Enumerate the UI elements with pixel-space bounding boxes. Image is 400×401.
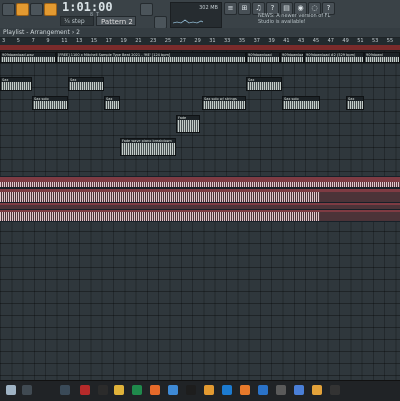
- ruler-bar-number: 43: [298, 38, 305, 44]
- ruler-bar-number: 35: [238, 38, 246, 44]
- app-icon-dark[interactable]: [98, 385, 108, 395]
- brave-icon[interactable]: [240, 385, 250, 395]
- ruler-bar-number: 15: [90, 38, 98, 44]
- steam-icon[interactable]: [258, 385, 268, 395]
- long-audio-clip[interactable]: [0, 176, 400, 188]
- app-icon-black[interactable]: [186, 385, 196, 395]
- ruler-bar-number: 21: [135, 38, 142, 44]
- audio-clip[interactable]: Fade wave piano breakdown: [120, 138, 176, 156]
- audio-clip[interactable]: Sax: [0, 77, 32, 91]
- playlist-title: Playlist - Arrangement › 2: [3, 29, 80, 36]
- audio-clip[interactable]: Sax solo: [282, 96, 320, 110]
- ruler-bar-number: 37: [253, 38, 260, 44]
- audio-clip[interactable]: [FREE] 1100 x Mitchell Sample Type Beat …: [56, 52, 246, 63]
- ruler-bar-number: 19: [120, 38, 127, 44]
- ruler-bar-number: 17: [105, 38, 112, 44]
- audio-clip[interactable]: Sax: [246, 77, 282, 91]
- spreadsheet-icon[interactable]: [132, 385, 142, 395]
- ruler-bar-number: 55: [386, 38, 394, 44]
- ruler-bar-number: 25: [164, 38, 172, 44]
- ruler-bar-number: 45: [312, 38, 320, 44]
- clip-header: [0, 203, 400, 205]
- file-explorer-icon[interactable]: [114, 385, 124, 395]
- pencil-tool-icon[interactable]: [44, 3, 57, 16]
- ruler-bar-number: 9: [46, 38, 50, 44]
- ruler-bar-number: 51: [357, 38, 364, 44]
- audio-clip[interactable]: Sax: [346, 96, 364, 110]
- app-icon-yellow[interactable]: [312, 385, 322, 395]
- search-icon[interactable]: [6, 385, 16, 395]
- app-icon-orange[interactable]: [150, 385, 160, 395]
- ruler-bar-number: 23: [150, 38, 157, 44]
- add-pattern-button[interactable]: [140, 3, 153, 16]
- ruler-bar-number: 39: [268, 38, 275, 44]
- loop-region: [0, 45, 400, 50]
- app-icon[interactable]: [60, 385, 70, 395]
- clip-waveform: [0, 182, 400, 187]
- menu-icon[interactable]: [2, 3, 15, 16]
- ruler-bar-number: 11: [61, 38, 68, 44]
- clip-waveform: [0, 212, 320, 221]
- app-icon-red[interactable]: [80, 385, 90, 395]
- ruler-bar-number: 47: [327, 38, 334, 44]
- pattern-mode-button[interactable]: [16, 3, 29, 16]
- app-icon-blue[interactable]: [294, 385, 304, 395]
- cpu-meter: 302 MB: [170, 2, 222, 28]
- audio-clip[interactable]: Fade: [176, 115, 200, 133]
- memory-label: 302 MB: [199, 5, 218, 11]
- long-audio-clip[interactable]: [0, 188, 400, 203]
- audio-clip[interactable]: Sax: [104, 96, 120, 110]
- long-audio-clip[interactable]: [0, 209, 400, 222]
- news-panel[interactable]: NEWS: A newer version of FL Studio is av…: [258, 13, 344, 27]
- ruler-bar-number: 33: [224, 38, 231, 44]
- clip-waveform: [0, 192, 320, 202]
- ruler-bar-number: 13: [76, 38, 83, 44]
- app-icon-gray[interactable]: [276, 385, 286, 395]
- record-button[interactable]: [30, 3, 43, 16]
- ruler-bar-number: 53: [372, 38, 379, 44]
- ruler-bar-number: 27: [179, 38, 186, 44]
- playlist-lanes[interactable]: 909download.wav [FREE] 1100 x Mitchell S…: [0, 51, 400, 380]
- news-line-2: Studio is available!: [258, 19, 306, 25]
- ruler-bar-number: 31: [209, 38, 216, 44]
- audio-clip[interactable]: 909download #2 (529 bpm): [304, 52, 364, 63]
- cpu-graph: [173, 19, 203, 24]
- chrome-icon[interactable]: [168, 385, 178, 395]
- audio-clip[interactable]: 909downl: [364, 52, 400, 63]
- task-view-icon[interactable]: [22, 385, 32, 395]
- ruler-bar-number: 49: [342, 38, 349, 44]
- fl-studio-icon[interactable]: [204, 385, 214, 395]
- ruler-bar-number: 5: [16, 38, 20, 44]
- audio-clip[interactable]: 909download #2 (529 bpm): [280, 52, 304, 63]
- edge-icon[interactable]: [222, 385, 232, 395]
- audio-clip[interactable]: Sax solo: [32, 96, 68, 110]
- audio-clip[interactable]: Sax: [68, 77, 104, 91]
- mixer-icon[interactable]: ≡: [224, 2, 237, 15]
- pattern-selector[interactable]: Pattern 2: [96, 16, 136, 26]
- windows-taskbar: [0, 380, 400, 401]
- main-toolbar: 1:01:00 8 T ¼ step Pattern 2 302 MB ≡ ⊞ …: [0, 0, 400, 29]
- app-icon-dark2[interactable]: [330, 385, 340, 395]
- audio-clip[interactable]: Sax solo w/ strings: [202, 96, 246, 110]
- channel-rack-icon[interactable]: ⊞: [238, 2, 251, 15]
- timeline-ruler[interactable]: 3 5 7 9 11 13 15 17 19 21 23 25 27 29 31 33 35 37 39 41 43 45…: [0, 38, 400, 51]
- snap-selector[interactable]: ¼ step: [60, 16, 94, 26]
- audio-clip[interactable]: 909download: [246, 52, 280, 63]
- ruler-bar-number: 41: [283, 38, 290, 44]
- audio-clip[interactable]: 909download.wav: [0, 52, 56, 63]
- ruler-bar-number: 3: [2, 38, 6, 44]
- ruler-bar-number: 29: [194, 38, 201, 44]
- ruler-bar-number: 7: [31, 38, 35, 44]
- playlist-title-bar[interactable]: Playlist - Arrangement › 2: [0, 28, 400, 38]
